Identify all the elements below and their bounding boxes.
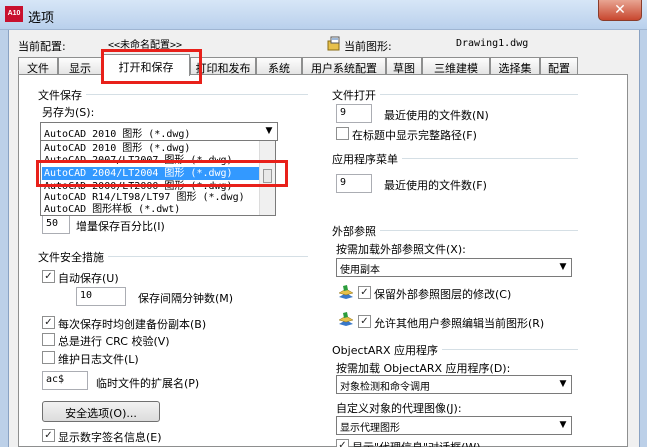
autocad-app-icon: A10	[5, 6, 23, 22]
retain-xref-changes-checkbox[interactable]: ✓	[358, 286, 371, 299]
retain-xref-changes-label: 保留外部参照图层的修改(C)	[374, 288, 512, 301]
tab-selection[interactable]: 选择集	[490, 57, 540, 75]
tab-system[interactable]: 系统	[256, 57, 302, 75]
proxy-image-label: 自定义对象的代理图像(J):	[336, 402, 462, 415]
allow-xref-edit-checkbox[interactable]: ✓	[358, 315, 371, 328]
chevron-down-icon[interactable]: ▼	[555, 259, 571, 276]
autosave-checkbox[interactable]: ✓	[42, 270, 55, 283]
app-menu-recent-label: 最近使用的文件数(F)	[384, 179, 487, 192]
full-path-label: 在标题中显示完整路径(F)	[352, 129, 477, 142]
current-drawing-value: Drawing1.dwg	[456, 38, 529, 49]
chevron-down-icon[interactable]: ▼	[555, 417, 571, 434]
autosave-interval-label: 保存间隔分钟数(M)	[138, 292, 234, 305]
drawing-file-icon	[327, 36, 340, 51]
objectarx-load-value: 对象检测和命令调用	[340, 382, 430, 393]
chevron-down-icon[interactable]: ▼	[555, 376, 571, 393]
crc-label: 总是进行 CRC 校验(V)	[58, 335, 170, 348]
xref-demand-load-value: 使用副本	[340, 265, 380, 276]
recent-files-input[interactable]: 9	[336, 104, 372, 123]
xref-edit-icon	[338, 312, 354, 326]
tab-drafting[interactable]: 草图	[386, 57, 422, 75]
log-file-label: 维护日志文件(L)	[58, 353, 139, 366]
autosave-label: 自动保存(U)	[58, 272, 119, 285]
autosave-interval-input[interactable]: 10	[76, 287, 126, 306]
window-title: 选项	[28, 11, 55, 26]
allow-xref-edit-label: 允许其他用户参照编辑当前图形(R)	[374, 317, 545, 330]
backup-label: 每次保存时均创建备份副本(B)	[58, 318, 207, 331]
save-as-value: AutoCAD 2010 图形 (*.dwg)	[44, 129, 191, 140]
objectarx-load-combo[interactable]: 对象检测和命令调用 ▼	[336, 375, 572, 394]
xref-demand-load-label: 按需加载外部参照文件(X):	[336, 243, 466, 256]
current-profile-label: 当前配置:	[18, 40, 66, 53]
proxy-info-label: 显示"代理信息"对话框(W)	[352, 439, 481, 447]
security-options-button[interactable]: 安全选项(O)...	[42, 401, 160, 422]
tab-profiles[interactable]: 配置	[540, 57, 578, 75]
temp-extension-label: 临时文件的扩展名(P)	[96, 377, 200, 390]
log-file-checkbox[interactable]	[42, 351, 55, 364]
digital-signature-checkbox[interactable]: ✓	[42, 429, 55, 442]
file-safety-title: 文件安全措施	[38, 249, 108, 265]
option-highlight-box	[36, 160, 288, 187]
save-as-label: 另存为(S):	[42, 106, 95, 119]
objectarx-load-label: 按需加载 ObjectARX 应用程序(D):	[336, 362, 511, 375]
full-path-checkbox[interactable]	[336, 127, 349, 140]
tab-3d-modeling[interactable]: 三维建模	[422, 57, 490, 75]
xref-title: 外部参照	[332, 223, 380, 239]
tab-user-preferences[interactable]: 用户系统配置	[302, 57, 386, 75]
proxy-image-combo[interactable]: 显示代理图形 ▼	[336, 416, 572, 435]
temp-extension-input[interactable]: ac$	[42, 371, 88, 390]
save-as-combo[interactable]: AutoCAD 2010 图形 (*.dwg) ▼	[40, 122, 278, 141]
xref-demand-load-combo[interactable]: 使用副本 ▼	[336, 258, 572, 277]
title-bar[interactable]: A10 选项 ✕	[0, 0, 647, 30]
proxy-image-value: 显示代理图形	[340, 423, 400, 434]
file-save-title: 文件保存	[38, 87, 86, 103]
objectarx-title: ObjectARX 应用程序	[332, 342, 443, 358]
close-button[interactable]: ✕	[598, 0, 642, 21]
xref-layer-icon	[338, 285, 354, 299]
app-menu-recent-input[interactable]: 9	[336, 174, 372, 193]
dropdown-option[interactable]: AutoCAD 图形样板 (*.dwt)	[44, 203, 180, 215]
chevron-down-icon[interactable]: ▼	[261, 123, 277, 140]
file-open-title: 文件打开	[332, 87, 380, 103]
incremental-save-label: 增量保存百分比(I)	[76, 220, 165, 233]
recent-files-label: 最近使用的文件数(N)	[384, 109, 489, 122]
tab-files[interactable]: 文件	[18, 57, 58, 75]
backup-checkbox[interactable]: ✓	[42, 316, 55, 329]
app-menu-title: 应用程序菜单	[332, 151, 402, 167]
proxy-info-checkbox[interactable]: ✓	[336, 439, 349, 447]
tab-highlight-box	[101, 49, 202, 84]
tab-display[interactable]: 显示	[58, 57, 102, 75]
current-drawing-label: 当前图形:	[344, 40, 392, 53]
incremental-save-input[interactable]: 50	[42, 215, 70, 234]
crc-checkbox[interactable]	[42, 333, 55, 346]
digital-signature-label: 显示数字签名信息(E)	[58, 431, 162, 444]
